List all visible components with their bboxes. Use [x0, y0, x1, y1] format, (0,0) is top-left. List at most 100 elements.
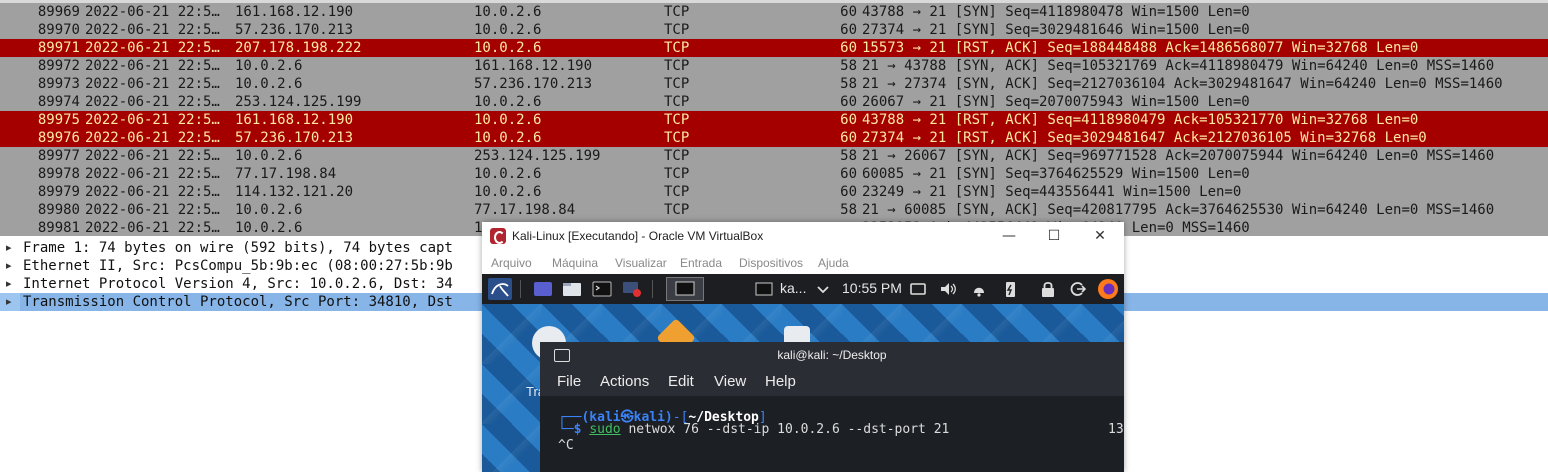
packet-row[interactable]: 89980 2022-06-21 22:5… 10.0.2.6 77.17.198.8…: [0, 201, 1548, 219]
guest-screen[interactable]: ka... 10:55 PM kali@kali: ~/Desktop File…: [482, 274, 1124, 472]
packet-row[interactable]: 89975 2022-06-21 22:5… 161.168.12.190 10.0.…: [0, 111, 1548, 129]
packet-length: 60: [840, 40, 857, 56]
packet-length: 60: [840, 22, 857, 38]
packet-length: 58: [840, 58, 857, 74]
terminal-menu-actions[interactable]: Actions: [600, 373, 649, 390]
command-args: netwox 76 --dst-ip 10.0.2.6 --dst-port 2…: [628, 422, 950, 437]
active-terminal-task-icon[interactable]: [666, 277, 704, 301]
panel-clock[interactable]: 10:55 PM: [842, 280, 902, 296]
packet-protocol: TCP: [664, 112, 690, 128]
packet-number: 89980: [37, 202, 80, 218]
logout-icon[interactable]: [1068, 280, 1088, 298]
packet-destination: 10.0.2.6: [474, 130, 542, 146]
packet-destination: 10.0.2.6: [474, 40, 542, 56]
menu-maquina[interactable]: Máquina: [552, 256, 598, 270]
packet-number: 89973: [37, 76, 80, 92]
packet-protocol: TCP: [664, 166, 690, 182]
packet-length: 60: [840, 112, 857, 128]
packet-info: 15573 → 21 [RST, ACK] Seq=188448488 Ack=…: [862, 40, 1419, 56]
terminal-menu-help[interactable]: Help: [765, 373, 796, 390]
terminal-interrupt: ^C: [558, 438, 574, 453]
detail-tree-label: Frame 1: 74 bytes on wire (592 bits), 74…: [23, 240, 453, 256]
packet-info: 21 → 60085 [SYN, ACK] Seq=420817795 Ack=…: [862, 202, 1495, 218]
packet-row[interactable]: 89973 2022-06-21 22:5… 10.0.2.6 57.236.170.…: [0, 75, 1548, 93]
packet-info: 26067 → 21 [SYN] Seq=2070075943 Win=1500…: [862, 94, 1250, 110]
file-manager-icon[interactable]: [562, 280, 582, 298]
expand-arrow-icon[interactable]: ▸: [6, 257, 12, 275]
prompt-dollar: $: [573, 422, 590, 437]
kali-top-panel: ka... 10:55 PM: [482, 274, 1124, 304]
packet-number: 89971: [37, 40, 80, 56]
maximize-button[interactable]: ☐: [1044, 226, 1064, 246]
packet-row[interactable]: 89970 2022-06-21 22:5… 57.236.170.213 10.0.…: [0, 21, 1548, 39]
terminal-menu-edit[interactable]: Edit: [668, 373, 694, 390]
virtualbox-window[interactable]: Kali-Linux [Executando] - Oracle VM Virt…: [482, 222, 1124, 472]
packet-row[interactable]: 89977 2022-06-21 22:5… 10.0.2.6 253.124.125…: [0, 147, 1548, 165]
packet-row[interactable]: 89974 2022-06-21 22:5… 253.124.125.199 10.0…: [0, 93, 1548, 111]
chevron-down-icon[interactable]: [816, 280, 830, 298]
terminal-titlebar[interactable]: kali@kali: ~/Desktop: [540, 342, 1124, 370]
menu-arquivo[interactable]: Arquivo: [491, 256, 532, 270]
packet-row[interactable]: 89978 2022-06-21 22:5… 77.17.198.84 10.0.2.…: [0, 165, 1548, 183]
close-button[interactable]: ✕: [1090, 226, 1110, 246]
packet-length: 60: [840, 166, 857, 182]
packet-length: 58: [840, 148, 857, 164]
minimize-button[interactable]: —: [999, 226, 1019, 246]
terminal-window[interactable]: kali@kali: ~/Desktop File Actions Edit V…: [540, 342, 1124, 472]
lock-icon[interactable]: [1038, 280, 1058, 298]
packet-row[interactable]: 89972 2022-06-21 22:5… 10.0.2.6 161.168.12.…: [0, 57, 1548, 75]
display-icon[interactable]: [908, 280, 928, 298]
packet-row[interactable]: 89976 2022-06-21 22:5… 57.236.170.213 10.0.…: [0, 129, 1548, 147]
packet-info: 43788 → 21 [SYN] Seq=4118980478 Win=1500…: [862, 4, 1250, 20]
menu-visualizar[interactable]: Visualizar: [615, 256, 667, 270]
packet-info: 27374 → 21 [RST, ACK] Seq=3029481647 Ack…: [862, 130, 1427, 146]
terminal-menu-view[interactable]: View: [714, 373, 746, 390]
notifications-bell-icon[interactable]: [969, 280, 989, 298]
expand-arrow-icon[interactable]: ▸: [6, 275, 12, 293]
packet-number: 89977: [37, 148, 80, 164]
expand-arrow-icon[interactable]: ▸: [6, 239, 12, 257]
expand-arrow-icon[interactable]: ▸: [6, 293, 12, 311]
screen-recorder-icon[interactable]: [622, 280, 642, 298]
packet-time: 2022-06-21 22:5…: [85, 94, 220, 110]
packet-protocol: TCP: [664, 40, 690, 56]
packet-source: 10.0.2.6: [235, 76, 303, 92]
packet-number: 89979: [37, 184, 80, 200]
packet-destination: 57.236.170.213: [474, 76, 593, 92]
menu-ajuda[interactable]: Ajuda: [818, 256, 849, 270]
packet-source: 161.168.12.190: [235, 112, 354, 128]
workspace-icon[interactable]: [533, 280, 553, 298]
menu-dispositivos[interactable]: Dispositivos: [739, 256, 803, 270]
packet-source: 161.168.12.190: [235, 4, 354, 20]
packet-time: 2022-06-21 22:5…: [85, 184, 220, 200]
packet-length: 58: [840, 76, 857, 92]
detail-tree-label: Transmission Control Protocol, Src Port:…: [23, 294, 453, 310]
volume-icon[interactable]: [938, 280, 958, 298]
prompt-decoration: └─: [558, 422, 574, 437]
battery-icon[interactable]: [1000, 280, 1020, 298]
packet-protocol: TCP: [664, 76, 690, 92]
terminal-task-label[interactable]: ka...: [780, 280, 806, 296]
terminal-right-edge-text: 13: [1108, 422, 1124, 437]
kali-dragon-icon[interactable]: [488, 278, 512, 300]
terminal-task-icon[interactable]: [754, 280, 774, 298]
packet-row[interactable]: 89979 2022-06-21 22:5… 114.132.121.20 10.0.…: [0, 183, 1548, 201]
packet-row[interactable]: 89971 2022-06-21 22:5… 207.178.198.222 10.0…: [0, 39, 1548, 57]
menu-entrada[interactable]: Entrada: [680, 256, 722, 270]
packet-source: 57.236.170.213: [235, 130, 354, 146]
packet-number: 89978: [37, 166, 80, 182]
packet-time: 2022-06-21 22:5…: [85, 76, 220, 92]
packet-row[interactable]: 89969 2022-06-21 22:5… 161.168.12.190 10.0.…: [0, 3, 1548, 21]
terminal-launcher-icon[interactable]: [592, 280, 612, 298]
vbox-titlebar[interactable]: Kali-Linux [Executando] - Oracle VM Virt…: [482, 222, 1124, 252]
packet-source: 10.0.2.6: [235, 220, 303, 236]
firefox-icon[interactable]: [1097, 278, 1119, 300]
terminal-output[interactable]: ┌──(kali㉿kali)-[~/Desktop] └─$ sudo netw…: [540, 396, 1124, 472]
terminal-menu-file[interactable]: File: [557, 373, 581, 390]
packet-list[interactable]: 89969 2022-06-21 22:5… 161.168.12.190 10.0.…: [0, 0, 1548, 236]
packet-source: 77.17.198.84: [235, 166, 337, 182]
packet-number: 89976: [37, 130, 80, 146]
packet-time: 2022-06-21 22:5…: [85, 220, 220, 236]
packet-source: 10.0.2.6: [235, 202, 303, 218]
packet-number: 89969: [37, 4, 80, 20]
